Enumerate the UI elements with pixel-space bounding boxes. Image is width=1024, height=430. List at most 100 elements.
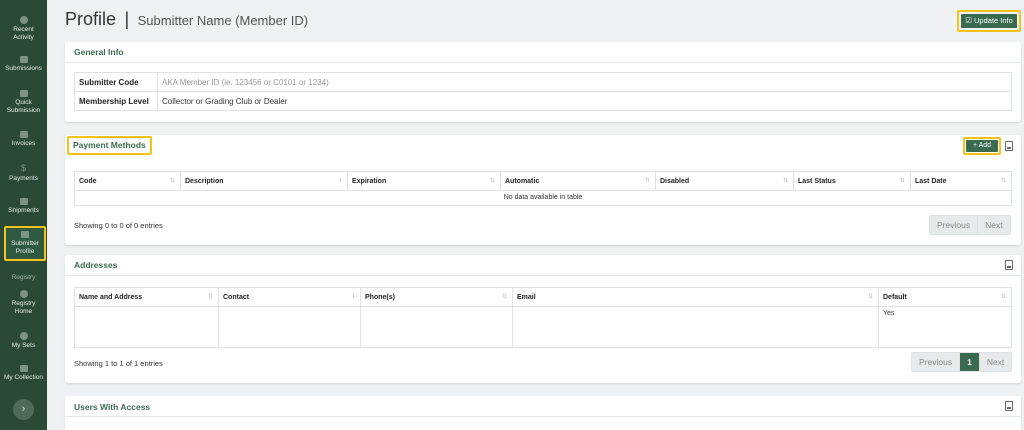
sidebar-section-registry: Registry xyxy=(11,274,36,281)
update-info-button[interactable]: ☑ Update Info xyxy=(957,10,1021,32)
sort-desc-icon: ↓ xyxy=(339,177,342,183)
sidebar-item-label: Submissions xyxy=(5,65,42,72)
sort-icon: ⇅ xyxy=(782,178,788,184)
general-info-title: General Info xyxy=(74,47,124,57)
sidebar-item-label: Registry xyxy=(11,300,36,307)
sidebar-item-recent-activity[interactable]: Recent Activity xyxy=(0,16,47,42)
column-header-expiration[interactable]: Expiration ⇅ xyxy=(347,171,501,191)
collection-icon xyxy=(19,365,28,372)
expand-sidebar-button[interactable]: › xyxy=(13,399,34,420)
card-header: General Info xyxy=(65,42,1021,63)
addresses-title: Addresses xyxy=(74,260,118,270)
name-address-cell xyxy=(74,306,219,348)
sidebar-item-submissions[interactable]: Submissions xyxy=(0,56,47,73)
page-title-text: Profile xyxy=(65,9,117,29)
export-pdf-icon[interactable] xyxy=(1005,141,1013,151)
table-row: Submitter Code AKA Member ID (ie. 123456… xyxy=(74,72,1012,92)
sort-icon: ⇅ xyxy=(489,178,495,184)
entries-info: Showing 0 to 0 of 0 entries xyxy=(74,221,163,230)
payment-methods-table: Code ⇅ Description ↓ Expiration ⇅ Automatic… xyxy=(74,171,1012,206)
email-cell xyxy=(512,306,879,348)
sort-icon: ⇅ xyxy=(501,294,507,300)
payment-methods-card: Payment Methods + Add Code ⇅ Description ↓… xyxy=(65,135,1021,245)
title-separator: | xyxy=(124,9,130,29)
column-header-disabled[interactable]: Disabled ⇅ xyxy=(655,171,794,191)
addresses-table: Name and Address ⇅ Contact ↓ Phone(s) ⇅ Ema… xyxy=(74,287,1012,348)
sidebar: Recent Activity Submissions Quick Submis… xyxy=(0,0,47,430)
sidebar-item-quick-submission[interactable]: Quick Submission xyxy=(0,90,47,115)
folder-icon xyxy=(19,90,28,97)
sidebar-item-shipments[interactable]: Shipments xyxy=(0,198,47,215)
general-info-card: General Info Submitter Code AKA Member I… xyxy=(65,42,1021,122)
sidebar-item-submitter-profile[interactable]: Submitter Profile xyxy=(4,226,46,261)
column-header-name-address[interactable]: Name and Address ⇅ xyxy=(74,287,219,307)
sidebar-item-label: My Sets xyxy=(11,342,36,349)
sort-desc-icon: ↓ xyxy=(352,293,355,299)
column-header-default[interactable]: Default ⇅ xyxy=(878,287,1012,307)
column-header-automatic[interactable]: Automatic ⇅ xyxy=(500,171,656,191)
sidebar-item-my-sets[interactable]: My Sets xyxy=(0,332,47,350)
column-header-last-status[interactable]: Last Status ⇅ xyxy=(793,171,911,191)
sidebar-item-label: Home xyxy=(14,308,33,315)
dollar-icon: $ xyxy=(20,163,26,173)
sort-icon: ⇅ xyxy=(899,178,905,184)
column-header-last-date[interactable]: Last Date ⇅ xyxy=(910,171,1012,191)
id-card-icon xyxy=(21,231,29,238)
pagination: Previous 1 Next xyxy=(911,352,1013,372)
sidebar-item-label: Submitter xyxy=(11,240,39,247)
sidebar-item-label: Shipments xyxy=(8,207,39,214)
submitter-code-label: Submitter Code xyxy=(74,72,158,92)
page-title: Profile | Submitter Name (Member ID) xyxy=(65,9,308,30)
column-header-email[interactable]: Email ⇅ xyxy=(512,287,879,307)
users-with-access-card: Users With Access xyxy=(65,396,1021,430)
sets-icon xyxy=(19,332,28,340)
main-content: Profile | Submitter Name (Member ID) ☑ U… xyxy=(47,0,1024,430)
payment-methods-title: Payment Methods xyxy=(67,136,152,155)
empty-table-message: No data available in table xyxy=(74,190,1012,206)
update-info-label: ☑ Update Info xyxy=(961,14,1017,28)
sidebar-item-payments[interactable]: $ Payments xyxy=(0,164,47,183)
pagination: Previous Next xyxy=(929,215,1011,235)
previous-page-button[interactable]: Previous xyxy=(930,216,979,234)
sidebar-item-label: My Collection xyxy=(3,374,43,381)
page-subtitle: Submitter Name (Member ID) xyxy=(137,13,309,28)
sidebar-item-invoices[interactable]: Invoices xyxy=(0,131,47,148)
sort-icon: ⇅ xyxy=(207,294,213,300)
phones-cell xyxy=(360,306,513,348)
sidebar-item-my-collection[interactable]: My Collection xyxy=(0,365,47,382)
add-button-label: + Add xyxy=(966,140,998,152)
export-pdf-icon[interactable] xyxy=(1005,260,1013,270)
next-page-button[interactable]: Next xyxy=(980,353,1011,371)
export-pdf-icon[interactable] xyxy=(1005,401,1013,411)
sort-icon: ⇅ xyxy=(1000,178,1006,184)
card-header: Users With Access xyxy=(65,396,1021,417)
column-header-contact[interactable]: Contact ↓ xyxy=(218,287,361,307)
sidebar-item-label: Recent xyxy=(13,26,34,33)
sidebar-item-label: Payments xyxy=(9,175,38,182)
next-page-button[interactable]: Next xyxy=(978,216,1009,234)
clock-icon xyxy=(19,16,28,24)
box-icon xyxy=(19,198,28,205)
column-header-code[interactable]: Code ⇅ xyxy=(74,171,181,191)
submitter-code-value: AKA Member ID (ie. 123456 or C0101 or 12… xyxy=(157,72,1012,92)
card-header: Payment Methods + Add xyxy=(65,135,1021,156)
membership-level-label: Membership Level xyxy=(74,91,158,111)
sidebar-item-label: Invoices xyxy=(11,140,36,147)
column-header-phones[interactable]: Phone(s) ⇅ xyxy=(360,287,513,307)
entries-info: Showing 1 to 1 of 1 entries xyxy=(74,359,163,368)
table-header-row: Name and Address ⇅ Contact ↓ Phone(s) ⇅ Ema… xyxy=(74,287,1012,307)
table-header-row: Code ⇅ Description ↓ Expiration ⇅ Automatic… xyxy=(74,171,1012,191)
table-row: Membership Level Collector or Grading Cl… xyxy=(74,91,1012,111)
sort-icon: ⇅ xyxy=(169,178,175,184)
general-info-table: Submitter Code AKA Member ID (ie. 123456… xyxy=(74,72,1012,111)
sidebar-item-label: Submission xyxy=(6,107,41,114)
default-cell: Yes xyxy=(878,306,1012,348)
column-header-description[interactable]: Description ↓ xyxy=(180,171,348,191)
sidebar-item-registry-home[interactable]: Registry Home xyxy=(0,290,47,316)
sidebar-item-label: Activity xyxy=(13,34,34,41)
page-1-button[interactable]: 1 xyxy=(960,353,980,371)
previous-page-button[interactable]: Previous xyxy=(912,353,961,371)
home-icon xyxy=(19,290,28,298)
add-payment-method-button[interactable]: + Add xyxy=(963,137,1001,155)
membership-level-value: Collector or Grading Club or Dealer xyxy=(157,91,1012,111)
